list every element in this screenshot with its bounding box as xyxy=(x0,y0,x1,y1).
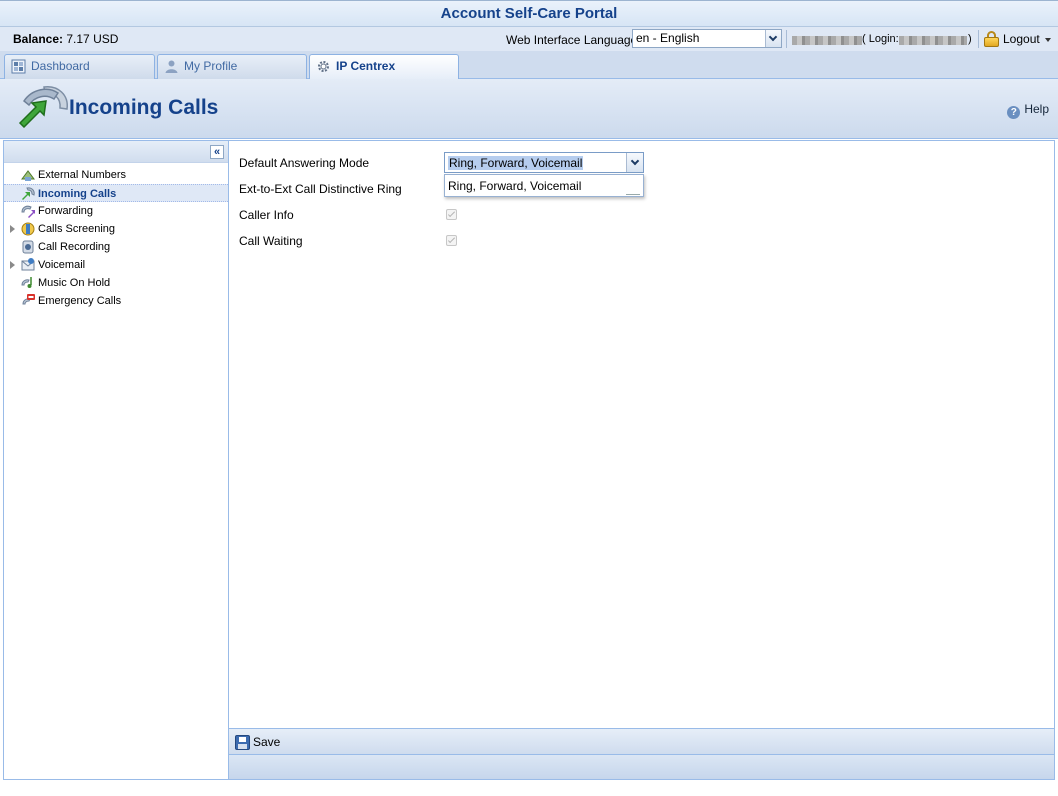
collapse-sidebar-button[interactable]: « xyxy=(210,145,224,159)
sidebar-item-label: Calls Screening xyxy=(38,223,116,235)
voicemail-icon xyxy=(21,258,35,271)
sidebar: « External Numbers Incoming Calls Forwar… xyxy=(3,140,229,780)
chevron-down-icon xyxy=(630,156,640,166)
redacted-login xyxy=(899,36,967,45)
music-on-hold-icon xyxy=(21,277,32,288)
bottom-toolbar: Save xyxy=(229,728,1054,755)
incoming-calls-icon xyxy=(22,187,35,200)
default-answering-mode-value: Ring, Forward, Voicemail xyxy=(448,156,584,170)
logout-button[interactable]: Logout xyxy=(1003,32,1051,46)
calls-screening-icon xyxy=(21,222,35,236)
dropdown-option[interactable]: Ring, Forward, Voicemail xyxy=(448,179,581,193)
divider xyxy=(786,30,787,48)
help-icon: ? xyxy=(1007,106,1021,119)
divider xyxy=(978,30,979,48)
sidebar-item-label: Voicemail xyxy=(38,259,86,271)
info-bar: Balance: 7.17 USD Web Interface Language… xyxy=(0,27,1058,51)
redacted-account-name xyxy=(792,36,862,45)
sidebar-item-forwarding[interactable]: Forwarding xyxy=(4,202,228,220)
save-label: Save xyxy=(253,735,281,749)
sidebar-item-calls-screening[interactable]: Calls Screening xyxy=(4,220,228,238)
distinctive-ring-label: Ext-to-Ext Call Distinctive Ring xyxy=(239,182,402,196)
forwarding-icon xyxy=(21,205,35,218)
main-panel: Default Answering Mode Ring, Forward, Vo… xyxy=(228,140,1055,780)
sidebar-toolbar: « xyxy=(4,141,228,163)
sidebar-item-label: Emergency Calls xyxy=(38,295,122,307)
default-answering-mode-select[interactable]: Ring, Forward, Voicemail xyxy=(444,152,644,173)
tab-ip-centrex[interactable]: IP Centrex xyxy=(309,54,459,80)
caller-info-checkbox[interactable] xyxy=(446,209,457,220)
title-bar: Account Self-Care Portal xyxy=(0,0,1058,27)
language-select-value: en - English xyxy=(636,31,700,45)
lock-icon xyxy=(984,31,999,47)
expand-arrow-icon[interactable] xyxy=(10,261,15,269)
login-close: ) xyxy=(968,33,972,45)
tab-dashboard[interactable]: Dashboard xyxy=(4,54,155,79)
language-select[interactable]: en - English xyxy=(632,29,782,48)
help-link[interactable]: ? Help xyxy=(1007,102,1049,119)
portal-window: Account Self-Care Portal Balance: 7.17 U… xyxy=(0,0,1058,796)
login-open: ( Login: xyxy=(862,33,899,45)
sidebar-item-label: Call Recording xyxy=(38,241,111,253)
incoming-call-icon xyxy=(18,86,68,129)
default-answering-mode-label: Default Answering Mode xyxy=(239,156,370,170)
expand-arrow-icon[interactable] xyxy=(10,225,15,233)
tab-label: IP Centrex xyxy=(336,59,396,73)
balance: Balance: 7.17 USD xyxy=(13,32,118,46)
save-button[interactable]: Save xyxy=(234,733,280,752)
tab-label: My Profile xyxy=(184,59,238,73)
sidebar-item-label: Music On Hold xyxy=(38,277,111,289)
sidebar-item-emergency-calls[interactable]: Emergency Calls xyxy=(4,292,228,310)
sidebar-item-call-recording[interactable]: Call Recording xyxy=(4,238,228,256)
emergency-calls-icon xyxy=(22,294,35,305)
logout-label: Logout xyxy=(1003,32,1040,46)
language-label: Web Interface Language: xyxy=(506,33,641,47)
caller-info-label: Caller Info xyxy=(239,208,294,222)
user-icon xyxy=(165,60,178,73)
call-recording-icon xyxy=(22,240,34,254)
language-dropdown-button[interactable] xyxy=(765,30,781,47)
external-numbers-icon xyxy=(21,170,35,181)
chevron-down-icon xyxy=(768,32,778,42)
sidebar-item-label: Forwarding xyxy=(38,205,94,217)
page-header: Incoming Calls ? Help xyxy=(0,79,1058,139)
call-waiting-checkbox[interactable] xyxy=(446,235,457,246)
help-label: Help xyxy=(1024,102,1049,116)
gear-icon xyxy=(318,61,329,72)
page-title: Incoming Calls xyxy=(69,96,219,119)
sidebar-item-label: External Numbers xyxy=(38,169,127,181)
sidebar-item-music-on-hold[interactable]: Music On Hold xyxy=(4,274,228,292)
answering-mode-dropdown-button[interactable] xyxy=(626,153,643,172)
check-icon xyxy=(447,235,456,244)
balance-label: Balance: xyxy=(13,32,64,46)
sidebar-item-voicemail[interactable]: Voicemail xyxy=(4,256,228,274)
sidebar-item-external-numbers[interactable]: External Numbers xyxy=(4,166,228,184)
balance-value: 7.17 USD xyxy=(66,32,119,46)
caret-down-icon xyxy=(1044,37,1051,42)
footer-band xyxy=(229,755,1054,779)
answering-mode-dropdown-list: Ring, Forward, Voicemail xyxy=(444,174,644,197)
call-waiting-label: Call Waiting xyxy=(239,234,303,248)
floppy-disk-icon xyxy=(235,735,250,750)
dashboard-icon xyxy=(11,59,26,74)
app-title: Account Self-Care Portal xyxy=(440,5,618,22)
main-tabs: Dashboard My Profile IP Centrex xyxy=(0,51,1058,80)
sidebar-item-label: Incoming Calls xyxy=(38,188,117,200)
check-icon xyxy=(447,209,456,218)
tab-label: Dashboard xyxy=(31,59,90,73)
tab-my-profile[interactable]: My Profile xyxy=(157,54,307,79)
resize-grip[interactable] xyxy=(626,194,640,195)
sidebar-item-incoming-calls[interactable]: Incoming Calls xyxy=(4,184,228,202)
